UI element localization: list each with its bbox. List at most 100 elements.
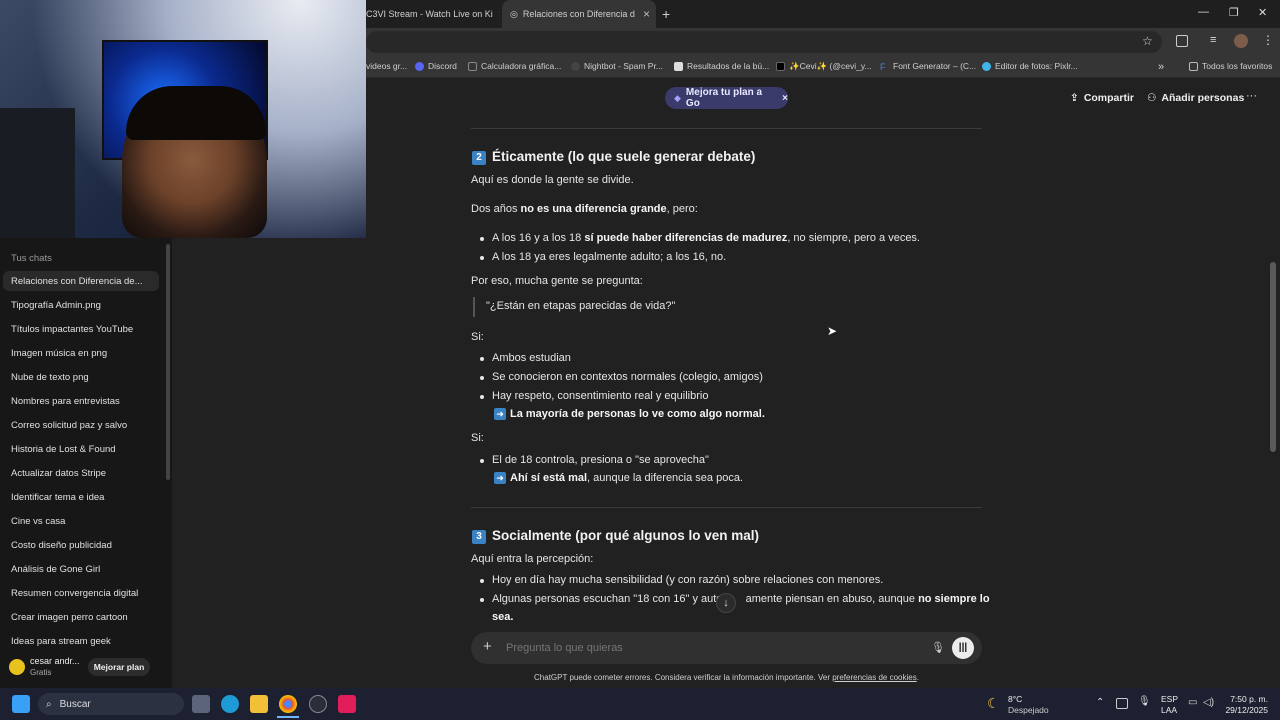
sidebar-chat-item[interactable]: Resumen convergencia digital	[3, 583, 159, 603]
globe-icon: ◎	[510, 8, 518, 19]
sidebar-chat-item[interactable]: Nube de texto png	[3, 367, 159, 387]
list-item: A los 16 y a los 18 sí puede haber difer…	[492, 232, 920, 244]
language-code[interactable]: ESP	[1161, 694, 1178, 704]
profile-avatar[interactable]	[1234, 34, 1248, 48]
bookmark-item[interactable]: Nightbot - Spam Pr...	[571, 61, 663, 71]
sidebar-chat-item[interactable]: Tipografía Admin.png	[3, 295, 159, 315]
text-bold: no es una diferencia grande	[520, 203, 667, 215]
folder-icon	[1189, 61, 1198, 71]
bookmark-item[interactable]: Resultados de la bú...	[674, 61, 769, 71]
clock-date[interactable]: 29/12/2025	[1222, 705, 1268, 715]
omnibox[interactable]	[366, 31, 1162, 53]
bullet	[480, 598, 484, 602]
bookmark-label: Font Generator – (C...	[893, 61, 977, 71]
chevron-up-icon[interactable]: ⌃	[1096, 697, 1104, 708]
minimize-icon[interactable]: —	[1198, 6, 1209, 18]
all-bookmarks[interactable]: Todos los favoritos	[1189, 61, 1272, 71]
menu-icon[interactable]: ⋮	[1262, 33, 1274, 47]
list-item: A los 18 ya eres legalmente adulto; a lo…	[492, 251, 727, 263]
chatgpt-icon[interactable]	[309, 695, 327, 713]
sidebar-chat-item[interactable]: Títulos impactantes YouTube	[3, 319, 159, 339]
bullet	[480, 357, 484, 361]
bookmark-item[interactable]: F Font Generator – (C...	[880, 61, 977, 72]
add-people-label: Añadir personas	[1161, 92, 1245, 104]
voice-mode-button[interactable]: |||	[952, 637, 974, 659]
cookie-preferences-link[interactable]: preferencias de cookies	[832, 673, 917, 682]
upgrade-plan-button[interactable]: Mejorar plan	[88, 658, 150, 676]
sidebar-chat-item[interactable]: Identificar tema e idea	[3, 487, 159, 507]
sidebar-scrollbar[interactable]	[166, 244, 170, 480]
document-icon	[674, 61, 683, 71]
maximize-icon[interactable]: ❐	[1229, 6, 1239, 19]
close-icon[interactable]: ×	[493, 7, 500, 21]
microphone-tray-icon[interactable]: 🎙	[1138, 696, 1151, 707]
bookmark-item[interactable]: Calculadora gráfica...	[468, 61, 561, 71]
sidebar-chat-item[interactable]: Relaciones con Diferencia de...	[3, 271, 159, 291]
more-options-icon[interactable]: ···	[1246, 90, 1257, 102]
bullet	[480, 256, 484, 260]
search-icon: ⌕	[46, 698, 52, 710]
bookmark-label: Editor de fotos: Pixlr...	[995, 61, 1078, 71]
microphone-icon[interactable]: 🎙	[931, 641, 945, 654]
weather-desc: Despejado	[1008, 705, 1049, 715]
clock-time[interactable]: 7:50 p. m.	[1222, 694, 1268, 704]
sidebar-chat-item[interactable]: Análisis de Gone Girl	[3, 559, 159, 579]
sidebar-chat-item[interactable]: Correo solicitud paz y salvo	[3, 415, 159, 435]
media-icon[interactable]: ≡	[1210, 34, 1216, 46]
text-bold: Ahí sí está mal	[510, 472, 588, 484]
tiktok-app-icon[interactable]	[338, 695, 356, 713]
text-run: Algunas personas escuchan "18 con 16" y …	[492, 593, 732, 605]
network-icon[interactable]: ▭	[1188, 697, 1197, 708]
scroll-down-button[interactable]: ↓	[716, 593, 736, 613]
close-icon[interactable]: ×	[637, 7, 656, 21]
weather-temp: 8°C	[1008, 694, 1023, 704]
taskbar-search[interactable]: ⌕ Buscar	[38, 693, 184, 715]
chrome-icon[interactable]	[279, 695, 297, 713]
task-view-icon[interactable]	[192, 695, 210, 713]
sidebar-chat-item[interactable]: Ideas para stream geek	[3, 631, 159, 651]
text-run: amente piensan en abuso, aunque	[745, 593, 919, 605]
result-line: ➜ Ahí sí está mal, aunque la diferencia s…	[494, 472, 743, 484]
sidebar-chat-item[interactable]: Nombres para entrevistas	[3, 391, 159, 411]
upgrade-pill[interactable]: ◆ Mejora tu plan a Go ×	[665, 87, 788, 109]
text-bold: La mayoría de personas lo ve como algo n…	[510, 408, 765, 420]
sidebar-chat-item[interactable]: Costo diseño publicidad	[3, 535, 159, 555]
tab-relaciones[interactable]: ◎ Relaciones con Diferencia de Ed ×	[502, 0, 656, 28]
windows-start-icon[interactable]	[12, 695, 30, 713]
arrow-right-icon: ➜	[494, 408, 506, 420]
plus-icon[interactable]: +	[483, 638, 492, 655]
more-bookmarks-icon[interactable]: »	[1158, 61, 1164, 73]
keyboard-layout[interactable]: LAA	[1161, 705, 1177, 715]
bookmark-item[interactable]: videos gr...	[366, 61, 407, 71]
bookmark-item[interactable]: Editor de fotos: Pixlr...	[982, 61, 1078, 71]
webcam-overlay	[0, 0, 366, 238]
bookmark-item[interactable]: Discord	[415, 61, 457, 71]
file-explorer-icon[interactable]	[250, 695, 268, 713]
avatar[interactable]	[9, 659, 25, 675]
list-item: Se conocieron en contextos normales (col…	[492, 371, 763, 383]
sidebar-chat-item[interactable]: Crear imagen perro cartoon	[3, 607, 159, 627]
share-button[interactable]: ⇪ Compartir	[1070, 92, 1134, 104]
sidebar-chat-item[interactable]: Cine vs casa	[3, 511, 159, 531]
edge-icon[interactable]	[221, 695, 239, 713]
close-window-icon[interactable]: ✕	[1258, 6, 1267, 19]
extensions-icon[interactable]	[1176, 35, 1188, 47]
new-tab-button[interactable]: +	[662, 0, 680, 28]
close-icon[interactable]: ×	[782, 93, 788, 104]
bookmark-item[interactable]: ✨Cevi✨ (@cevi_y...	[776, 61, 872, 72]
volume-icon[interactable]: ◁)	[1203, 697, 1214, 708]
tab-title: Relaciones con Diferencia de Ed	[522, 9, 635, 19]
section-heading: 3 Socialmente (por qué algunos lo ven mal…	[472, 528, 759, 544]
sidebar-chat-item[interactable]: Actualizar datos Stripe	[3, 463, 159, 483]
tray-app-icon[interactable]	[1116, 698, 1128, 709]
tab-stream[interactable]: C3VI Stream - Watch Live on Ki ×	[366, 0, 500, 28]
star-icon[interactable]: ☆	[1142, 34, 1153, 48]
paragraph: Dos años no es una diferencia grande, pe…	[471, 203, 698, 215]
add-people-button[interactable]: ⚇ Añadir personas	[1147, 92, 1244, 104]
sidebar-chat-item[interactable]: Historia de Lost & Found	[3, 439, 159, 459]
scrollbar-thumb[interactable]	[1270, 262, 1276, 452]
prompt-input[interactable]	[506, 639, 906, 657]
sidebar-chat-item[interactable]: Imagen música en png	[3, 343, 159, 363]
number-badge: 3	[472, 530, 486, 544]
bullet	[480, 376, 484, 380]
